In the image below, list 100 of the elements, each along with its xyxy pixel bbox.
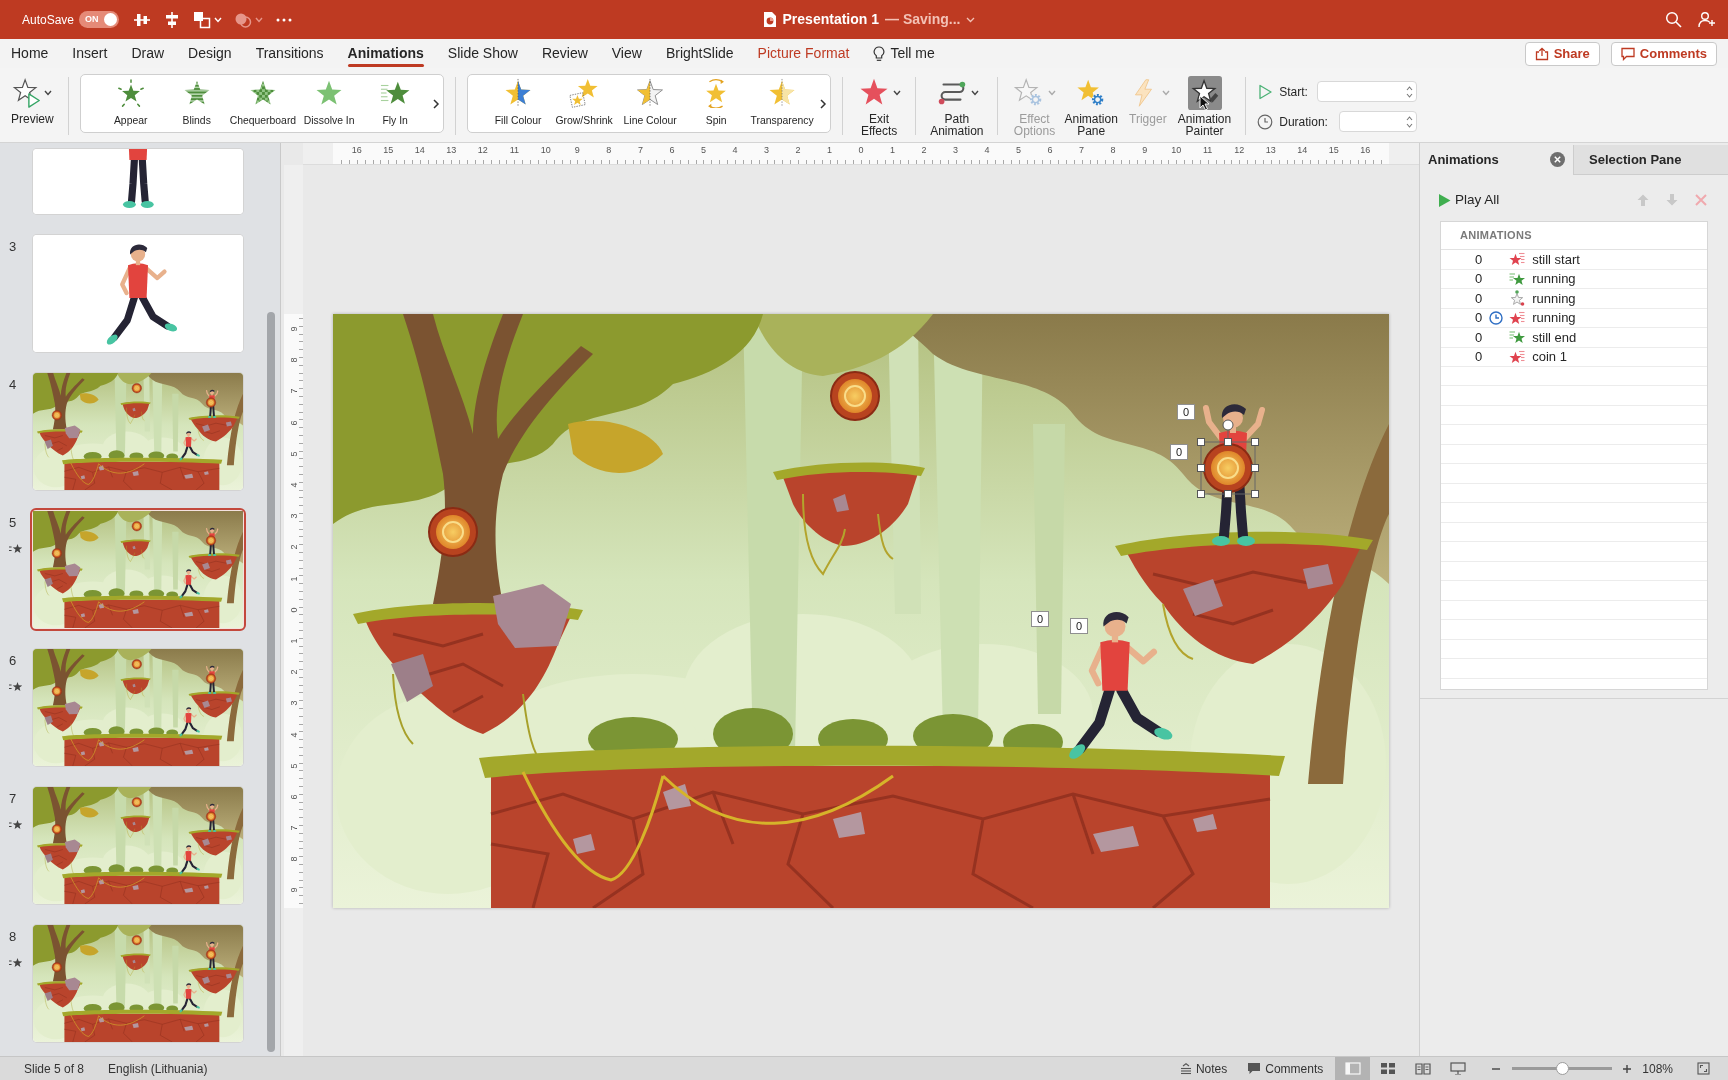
comment-icon xyxy=(1620,46,1635,61)
zoom-percentage: 108% xyxy=(1642,1060,1673,1078)
effect-button[interactable]: Fly In xyxy=(362,78,429,129)
ruler-number: 9 xyxy=(288,326,299,332)
effect-button[interactable]: Dissolve In xyxy=(296,78,363,129)
document-title: Presentation 1 xyxy=(782,10,879,29)
ruler-number: 2 xyxy=(795,145,801,156)
effect-button[interactable]: Fill Colour xyxy=(485,78,552,129)
ruler-number: 5 xyxy=(288,451,299,457)
slide-counter: Slide 5 of 8 xyxy=(24,1060,85,1078)
person-add-icon[interactable] xyxy=(1698,11,1716,28)
ruler-number: 7 xyxy=(637,145,643,156)
ribbon-tab[interactable]: Review xyxy=(529,39,600,68)
duration-field[interactable] xyxy=(1339,111,1418,132)
fit-window-icon[interactable] xyxy=(1697,1062,1710,1075)
spinner-icon[interactable] xyxy=(1406,114,1414,129)
ribbon-tab[interactable]: View xyxy=(599,39,654,68)
animation-item[interactable]: coin 1 xyxy=(1532,347,1567,367)
pane-tab[interactable]: Selection Pane xyxy=(1573,145,1728,175)
ribbon-tab[interactable]: Home xyxy=(0,39,61,68)
ruler-number: 15 xyxy=(383,145,394,156)
animation-item[interactable]: running xyxy=(1532,269,1576,289)
presentation-icon xyxy=(1449,1062,1466,1075)
ruler-number: 1 xyxy=(288,638,299,644)
share-button[interactable]: Share xyxy=(1524,41,1600,66)
chevron-right-icon[interactable] xyxy=(819,97,828,110)
slide-thumbnail[interactable] xyxy=(30,508,246,631)
autosave-label: AutoSave xyxy=(22,11,75,29)
notes-icon xyxy=(1179,1062,1192,1075)
ruler-number: 1 xyxy=(826,145,832,156)
mouse-cursor-icon xyxy=(1198,95,1210,111)
ribbon-tab[interactable]: Insert xyxy=(60,39,120,68)
path-animation-button[interactable]: Path Animation xyxy=(927,73,987,139)
spinner-icon[interactable] xyxy=(1406,84,1414,99)
comments-button[interactable]: Comments xyxy=(1610,41,1717,66)
language-label: English (Lithuania) xyxy=(108,1060,208,1078)
ribbon-tab[interactable]: Draw xyxy=(119,39,177,68)
ruler-number: 7 xyxy=(1079,145,1085,156)
star-streak-icon xyxy=(1509,348,1526,365)
slide-thumbnail[interactable] xyxy=(33,235,243,352)
slide-thumbnail[interactable] xyxy=(33,649,243,766)
ruler-number: 7 xyxy=(288,388,299,394)
caret-icon[interactable] xyxy=(893,90,902,96)
start-field[interactable] xyxy=(1317,81,1418,102)
slider-thumb[interactable] xyxy=(1556,1062,1570,1075)
chevron-right-icon[interactable] xyxy=(432,97,441,110)
ruler-number: 15 xyxy=(1328,145,1339,156)
animation-painter-button[interactable]: Animation Painter xyxy=(1174,73,1235,139)
notes-button[interactable]: Notes xyxy=(1179,1059,1228,1078)
close-icon[interactable] xyxy=(1550,152,1565,167)
ribbon-tab[interactable]: Design xyxy=(176,39,244,68)
tell-me-search[interactable]: Tell me xyxy=(861,39,947,68)
ruler-number: 4 xyxy=(288,732,299,738)
chevron-down-icon[interactable] xyxy=(966,16,976,23)
effect-button[interactable]: Grow/Shrink xyxy=(551,78,618,129)
slide-thumbnail[interactable] xyxy=(33,925,243,1042)
ruler-number: 10 xyxy=(1171,145,1182,156)
comments-button[interactable]: Comments xyxy=(1247,1059,1324,1078)
preview-button[interactable]: Preview xyxy=(8,73,57,127)
ribbon-tab[interactable]: Slide Show xyxy=(435,39,530,68)
effect-button[interactable]: Appear xyxy=(97,78,164,129)
animation-item[interactable]: still start xyxy=(1532,249,1580,269)
exit-effects-button[interactable]: Exit Effects xyxy=(854,73,905,139)
animation-pane-button[interactable]: Animation Pane xyxy=(1061,73,1121,139)
ruler-number: 6 xyxy=(288,794,299,800)
ribbon-tab[interactable]: BrightSlide xyxy=(653,39,746,68)
slide-number: 5 xyxy=(9,514,17,532)
comment-icon xyxy=(1247,1062,1262,1075)
effect-button[interactable]: Chequerboard xyxy=(229,78,297,129)
order-number: 0 xyxy=(1475,250,1483,269)
effect-button[interactable]: Blinds xyxy=(163,78,230,129)
effect-button[interactable]: Spin xyxy=(683,78,750,129)
plus-icon[interactable] xyxy=(1622,1063,1633,1074)
effect-button[interactable]: Transparency xyxy=(749,78,816,129)
play-all-button[interactable]: Play All xyxy=(1438,189,1500,211)
search-icon[interactable] xyxy=(1665,11,1682,28)
ruler-number: 4 xyxy=(984,145,990,156)
animation-item[interactable]: running xyxy=(1532,308,1576,328)
scrollbar[interactable] xyxy=(267,312,275,1052)
caret-icon[interactable] xyxy=(44,90,53,96)
slide-thumbnail[interactable] xyxy=(33,373,243,490)
ribbon-tab[interactable]: Animations xyxy=(335,39,436,68)
ruler-number: 6 xyxy=(1047,145,1053,156)
caret-icon[interactable] xyxy=(970,90,979,96)
slide-thumbnail[interactable] xyxy=(33,787,243,904)
arrange-icon[interactable] xyxy=(193,10,212,29)
slide-thumbnail[interactable] xyxy=(33,149,243,214)
ruler-number: 16 xyxy=(351,145,362,156)
slide-number: 7 xyxy=(9,790,17,808)
ribbon-tab[interactable]: Transitions xyxy=(243,39,336,68)
ruler-number: 2 xyxy=(921,145,927,156)
effect-button[interactable]: Line Colour xyxy=(617,78,684,129)
ruler-number: 12 xyxy=(1234,145,1245,156)
animation-item[interactable]: running xyxy=(1532,288,1576,308)
selection-handles[interactable] xyxy=(1197,419,1259,498)
ribbon-tab[interactable]: Picture Format xyxy=(745,39,862,68)
ruler-number: 8 xyxy=(1110,145,1116,156)
ruler-number: 14 xyxy=(1297,145,1308,156)
list-header: ANIMATIONS xyxy=(1441,222,1707,250)
animation-item[interactable]: still end xyxy=(1532,327,1577,347)
